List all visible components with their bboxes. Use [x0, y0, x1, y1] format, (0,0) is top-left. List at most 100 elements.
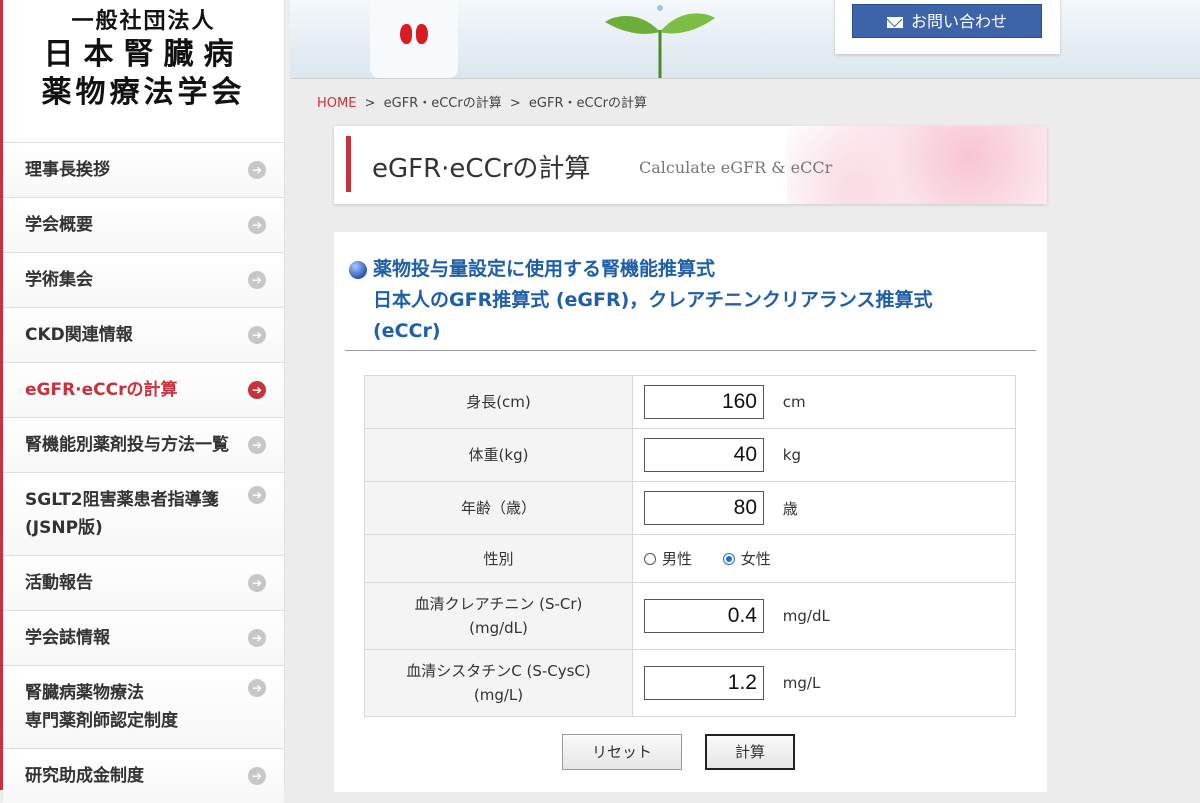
- arrow-right-icon: ➔: [248, 161, 266, 179]
- page-title: eGFR·eCCrの計算: [372, 154, 591, 184]
- breadcrumb-home-link[interactable]: HOME: [317, 96, 356, 111]
- reset-button[interactable]: リセット: [562, 734, 682, 770]
- sidebar-item-label: CKD関連情報: [25, 325, 133, 345]
- sidebar-item-label: 理事長挨拶: [25, 160, 110, 180]
- sidebar-item-label-line1: 腎臓病薬物療法: [25, 683, 144, 703]
- height-cell: cm: [632, 375, 1016, 429]
- sidebar-item-label: 学会概要: [25, 215, 93, 235]
- weight-cell: kg: [632, 428, 1016, 482]
- sidebar-item-dosing-list[interactable]: 腎機能別薬剤投与方法一覧 ➔: [3, 417, 284, 472]
- contact-box: お問い合わせ: [835, 0, 1060, 54]
- kidney-illustration: [370, 0, 458, 78]
- arrow-right-icon: ➔: [248, 679, 266, 697]
- sidebar-item-label: 活動報告: [25, 573, 93, 593]
- height-input[interactable]: [644, 385, 764, 419]
- sidebar-item-research-grant[interactable]: 研究助成金制度 ➔: [3, 748, 284, 803]
- arrow-right-icon: ➔: [248, 326, 266, 344]
- sidebar-item-label-line2: 専門薬剤師認定制度: [25, 711, 178, 731]
- scr-label-line2: (mg/dL): [469, 619, 528, 637]
- sidebar-item-label-line1: SGLT2阻害薬患者指導箋: [25, 490, 219, 510]
- mail-icon: [886, 17, 903, 28]
- cysc-cell: mg/L: [632, 649, 1016, 717]
- title-accent-bar: [346, 136, 351, 192]
- breadcrumb: HOME > eGFR・eCCrの計算 > eGFR・eCCrの計算: [317, 92, 647, 111]
- arrow-right-icon: ➔: [248, 436, 266, 454]
- sex-male-label: 男性: [662, 550, 693, 568]
- cysc-unit: mg/L: [782, 674, 821, 692]
- arrow-right-icon: ➔: [248, 381, 266, 399]
- sidebar-item-label: 研究助成金制度: [25, 766, 144, 786]
- sex-label: 性別: [364, 534, 633, 583]
- age-unit: 歳: [782, 499, 798, 518]
- kidney-right-icon: [416, 24, 428, 44]
- bullet-icon: [349, 261, 367, 279]
- scr-label: 血清クレアチニン (S-Cr) (mg/dL): [364, 582, 633, 650]
- scr-input[interactable]: [644, 599, 764, 633]
- sidebar-item-label: 学会誌情報: [25, 628, 110, 648]
- section-heading-line2: 日本人のGFR推算式 (eGFR)，クレアチニンクリアランス推算式: [373, 289, 933, 311]
- sidebar-item-chairman-greeting[interactable]: 理事長挨拶 ➔: [3, 142, 284, 197]
- form-row-weight: 体重(kg) kg: [364, 428, 1016, 482]
- form-row-age: 年齢（歳） 歳: [364, 481, 1016, 535]
- sidebar-item-activity-report[interactable]: 活動報告 ➔: [3, 555, 284, 610]
- sidebar-item-label: eGFR·eCCrの計算: [25, 380, 178, 400]
- form-row-scr: 血清クレアチニン (S-Cr) (mg/dL) mg/dL: [364, 582, 1016, 650]
- sidebar: 一般社団法人 日本腎臓病 薬物療法学会 理事長挨拶 ➔ 学会概要 ➔ 学術集会 …: [0, 0, 285, 803]
- section-heading: 薬物投与量設定に使用する腎機能推算式 日本人のGFR推算式 (eGFR)，クレア…: [349, 254, 1035, 347]
- arrow-right-icon: ➔: [248, 216, 266, 234]
- weight-label: 体重(kg): [364, 428, 633, 482]
- arrow-right-icon: ➔: [248, 486, 266, 504]
- contact-label: お問い合わせ: [910, 12, 1007, 31]
- age-input[interactable]: [644, 491, 764, 525]
- sex-female-radio[interactable]: [722, 552, 735, 565]
- scr-label-line1: 血清クレアチニン (S-Cr): [414, 595, 583, 613]
- sidebar-item-overview[interactable]: 学会概要 ➔: [3, 197, 284, 252]
- breadcrumb-separator: >: [509, 96, 521, 111]
- cysc-label: 血清シスタチンC (S-CysC) (mg/L): [364, 649, 633, 717]
- sex-female-option[interactable]: 女性: [722, 548, 771, 569]
- sidebar-item-journal[interactable]: 学会誌情報 ➔: [3, 610, 284, 665]
- calculator-card: 薬物投与量設定に使用する腎機能推算式 日本人のGFR推算式 (eGFR)，クレア…: [334, 232, 1047, 792]
- arrow-right-icon: ➔: [248, 629, 266, 647]
- sidebar-item-label: 学術集会: [25, 270, 93, 290]
- sex-cell: 男性 女性: [632, 534, 1016, 583]
- sidebar-item-label: SGLT2阻害薬患者指導箋 (JSNP版): [25, 486, 219, 542]
- sex-male-option[interactable]: 男性: [644, 548, 692, 569]
- height-label: 身長(cm): [364, 375, 633, 429]
- height-unit: cm: [782, 393, 806, 411]
- arrow-right-icon: ➔: [248, 574, 266, 592]
- breadcrumb-separator: >: [364, 96, 376, 111]
- contact-button[interactable]: お問い合わせ: [852, 4, 1042, 38]
- age-cell: 歳: [632, 481, 1016, 535]
- sex-female-label: 女性: [740, 550, 771, 568]
- site-logo[interactable]: 一般社団法人 日本腎臓病 薬物療法学会: [3, 0, 284, 142]
- cysc-label-line2: (mg/L): [473, 686, 524, 704]
- sidebar-item-label: 腎臓病薬物療法 専門薬剤師認定制度: [25, 679, 178, 735]
- form-row-height: 身長(cm) cm: [364, 375, 1016, 429]
- page-title-banner: eGFR·eCCrの計算 Calculate eGFR & eCCr: [334, 126, 1047, 204]
- breadcrumb-item-2: eGFR・eCCrの計算: [528, 96, 648, 111]
- sidebar-item-ckd-info[interactable]: CKD関連情報 ➔: [3, 307, 284, 362]
- sprout-icon: [605, 5, 715, 78]
- section-heading-line3: (eCCr): [373, 320, 441, 342]
- breadcrumb-item-1[interactable]: eGFR・eCCrの計算: [384, 96, 502, 111]
- cysc-label-line1: 血清シスタチンC (S-CysC): [406, 662, 591, 680]
- sidebar-item-egfr-calc[interactable]: eGFR·eCCrの計算 ➔: [3, 362, 284, 417]
- sidebar-item-meetings[interactable]: 学術集会 ➔: [3, 252, 284, 307]
- calculate-button[interactable]: 計算: [705, 734, 795, 770]
- header-banner: お問い合わせ: [290, 0, 1200, 79]
- sidebar-item-label-line2: (JSNP版): [25, 518, 103, 538]
- page-subtitle: Calculate eGFR & eCCr: [639, 158, 833, 177]
- cysc-input[interactable]: [644, 666, 764, 700]
- sidebar-item-sglt2-guide[interactable]: SGLT2阻害薬患者指導箋 (JSNP版) ➔: [3, 472, 284, 555]
- weight-input[interactable]: [644, 438, 764, 472]
- logo-line-1: 一般社団法人: [71, 9, 216, 34]
- logo-line-2: 日本腎臓病: [43, 37, 244, 72]
- age-label: 年齢（歳）: [364, 481, 633, 535]
- scr-cell: mg/dL: [632, 582, 1016, 650]
- arrow-right-icon: ➔: [248, 767, 266, 785]
- section-heading-line1: 薬物投与量設定に使用する腎機能推算式: [373, 258, 716, 280]
- sex-male-radio[interactable]: [644, 552, 656, 565]
- form-row-sex: 性別 男性 女性: [364, 534, 1016, 583]
- sidebar-item-certification[interactable]: 腎臓病薬物療法 専門薬剤師認定制度 ➔: [3, 665, 284, 748]
